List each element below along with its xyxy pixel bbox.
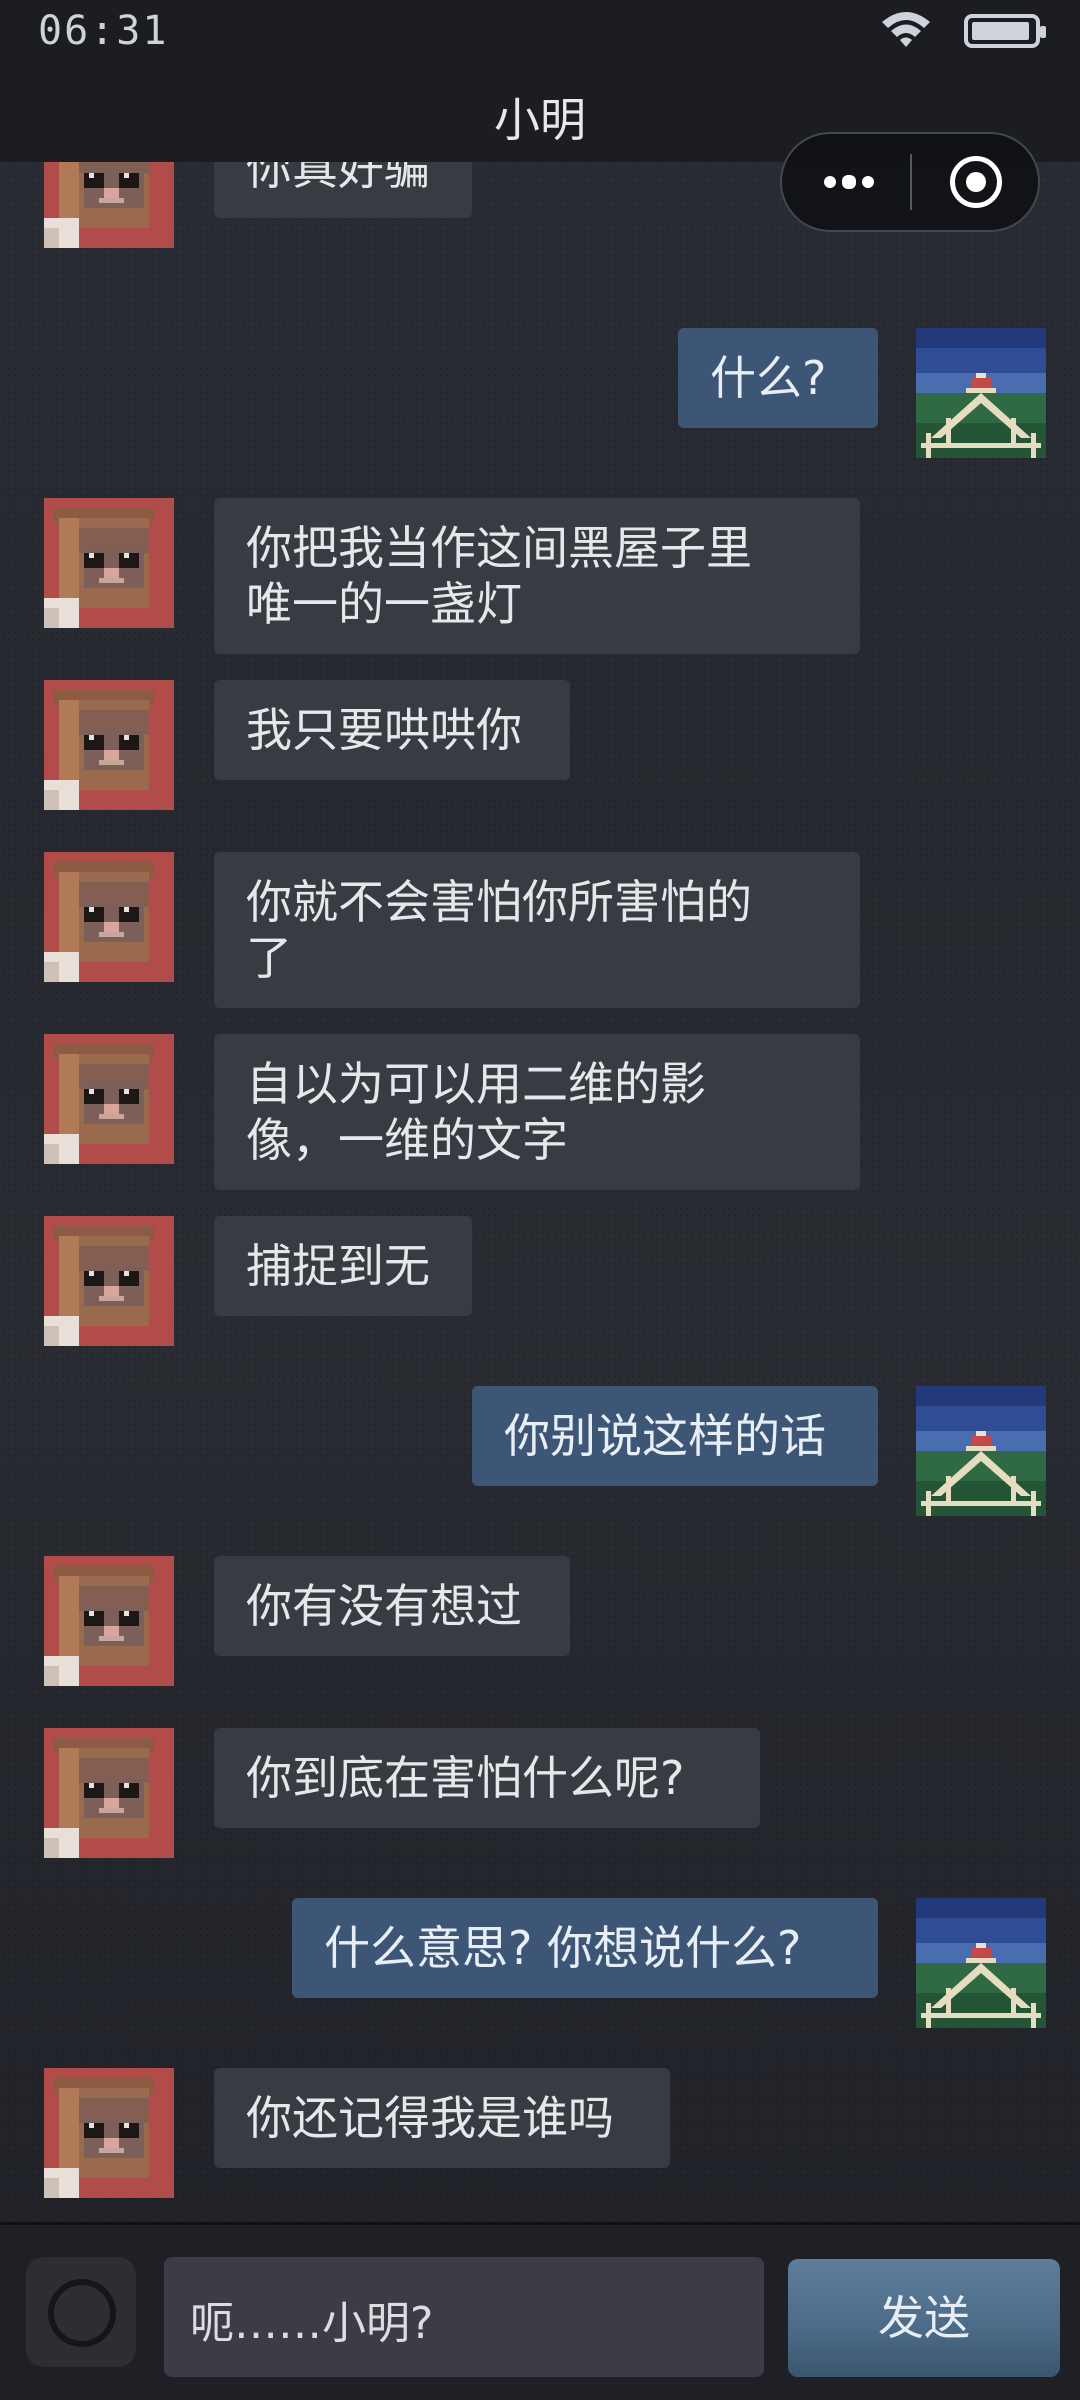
incoming-message-bubble[interactable]: 你还记得我是谁吗 bbox=[214, 2068, 670, 2168]
composer-bar: 呃……小明? 发送 bbox=[0, 2222, 1080, 2400]
send-button[interactable]: 发送 bbox=[788, 2259, 1060, 2377]
contact-avatar[interactable] bbox=[44, 1728, 174, 1858]
battery-icon bbox=[964, 14, 1046, 48]
status-time: 06:31 bbox=[38, 8, 169, 54]
contact-avatar[interactable] bbox=[44, 1556, 174, 1686]
contact-avatar[interactable] bbox=[44, 2068, 174, 2198]
incoming-message-bubble[interactable]: 捕捉到无 bbox=[214, 1216, 472, 1316]
outgoing-message-bubble[interactable]: 什么意思? 你想说什么? bbox=[292, 1898, 878, 1998]
incoming-message-bubble[interactable]: 你把我当作这间黑屋子里 唯一的一盏灯 bbox=[214, 498, 860, 654]
contact-avatar[interactable] bbox=[44, 852, 174, 982]
camera-button[interactable] bbox=[26, 2257, 136, 2367]
status-bar: 06:31 bbox=[0, 0, 1080, 62]
incoming-message-bubble[interactable]: 你有没有想过 bbox=[214, 1556, 570, 1656]
user-avatar[interactable] bbox=[916, 328, 1046, 458]
mini-program-capsule bbox=[780, 132, 1040, 232]
close-miniprogram-icon[interactable] bbox=[950, 156, 1002, 208]
battery-level bbox=[972, 22, 1029, 40]
chat-list[interactable]: 你真好骗什么? 你把我当作这间黑屋子里 唯一的一盏灯我只要哄哄你你就不会害怕你所害… bbox=[0, 162, 1080, 2222]
outgoing-message-bubble[interactable]: 你别说这样的话 bbox=[472, 1386, 878, 1486]
user-avatar[interactable] bbox=[916, 1386, 1046, 1516]
user-avatar[interactable] bbox=[916, 1898, 1046, 2028]
contact-avatar[interactable] bbox=[44, 162, 174, 248]
incoming-message-bubble[interactable]: 你到底在害怕什么呢? bbox=[214, 1728, 760, 1828]
more-icon[interactable] bbox=[808, 158, 888, 206]
message-input[interactable]: 呃……小明? bbox=[164, 2257, 764, 2377]
wifi-icon bbox=[882, 12, 930, 47]
incoming-message-bubble[interactable]: 你真好骗 bbox=[214, 162, 472, 218]
incoming-message-bubble[interactable]: 你就不会害怕你所害怕的 了 bbox=[214, 852, 860, 1008]
contact-avatar[interactable] bbox=[44, 1034, 174, 1164]
contact-avatar[interactable] bbox=[44, 498, 174, 628]
capsule-divider bbox=[910, 154, 912, 210]
incoming-message-bubble[interactable]: 自以为可以用二维的影 像，一维的文字 bbox=[214, 1034, 860, 1190]
outgoing-message-bubble[interactable]: 什么? bbox=[678, 328, 878, 428]
contact-avatar[interactable] bbox=[44, 680, 174, 810]
incoming-message-bubble[interactable]: 我只要哄哄你 bbox=[214, 680, 570, 780]
contact-avatar[interactable] bbox=[44, 1216, 174, 1346]
